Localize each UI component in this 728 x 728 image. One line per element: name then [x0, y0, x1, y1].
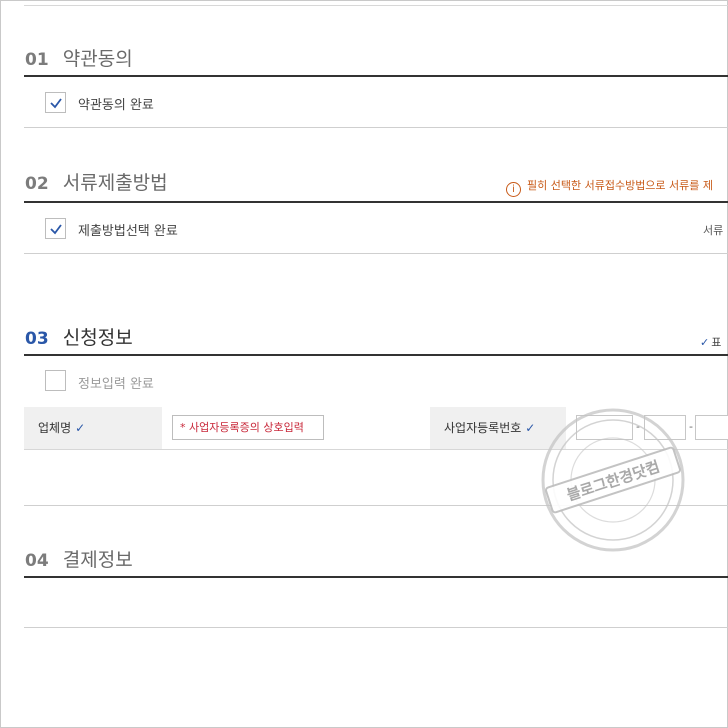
- section-divider: [24, 127, 728, 128]
- top-divider: [24, 5, 728, 6]
- regno-input-3[interactable]: [695, 415, 728, 440]
- check-icon: ✓: [700, 336, 710, 349]
- section-rule: [24, 576, 728, 578]
- terms-complete-label: 약관동의 완료: [78, 98, 154, 113]
- check-icon: [50, 98, 62, 109]
- submission-complete-label: 제출방법선택 완료: [78, 224, 178, 239]
- section-title-terms: 01 약관동의: [25, 44, 133, 71]
- required-legend: ✓ 표: [700, 334, 721, 350]
- info-icon: i: [506, 182, 521, 197]
- section-label: 서류제출방법: [62, 172, 168, 194]
- section-rule: [24, 354, 728, 356]
- section-divider: [24, 253, 728, 254]
- required-check-icon: ✓: [75, 421, 86, 435]
- section-label: 약관동의: [62, 48, 133, 70]
- required-legend-text: 표: [711, 336, 722, 349]
- company-name-label: 업체명: [38, 421, 72, 435]
- info-complete-checkbox[interactable]: [45, 370, 66, 391]
- section-title-submission: 02 서류제출방법: [25, 168, 168, 195]
- section-divider: [24, 627, 728, 628]
- watermark-stamp: 블로그한경닷컴: [541, 408, 685, 552]
- section-number: 01: [25, 50, 49, 70]
- section-label: 결제정보: [62, 549, 133, 571]
- terms-complete-checkbox[interactable]: [45, 92, 66, 113]
- section-title-payment: 04 결제정보: [25, 545, 133, 572]
- required-check-icon: ✓: [525, 421, 536, 435]
- submission-complete-checkbox[interactable]: [45, 218, 66, 239]
- section-rule: [24, 75, 728, 77]
- info-complete-label: 정보입력 완료: [78, 377, 154, 392]
- check-icon: [50, 224, 62, 235]
- regno-label: 사업자등록번호: [444, 421, 522, 435]
- section-title-application: 03 신청정보: [25, 323, 133, 350]
- submission-right-text: 서류: [703, 224, 724, 237]
- regno-dash: -: [689, 420, 693, 433]
- notice-text: 필히 선택한 서류접수방법으로 서류를 제: [527, 179, 714, 192]
- section-label: 신청정보: [62, 327, 133, 349]
- company-name-input[interactable]: * 사업자등록증의 상호입력: [172, 415, 324, 440]
- company-name-label-cell: 업체명 ✓: [24, 407, 162, 449]
- section-number: 02: [25, 174, 49, 194]
- section-rule: [24, 201, 728, 203]
- section-number: 04: [25, 551, 49, 571]
- submission-notice: i 필히 선택한 서류접수방법으로 서류를 제: [506, 177, 713, 197]
- section-number: 03: [25, 329, 49, 349]
